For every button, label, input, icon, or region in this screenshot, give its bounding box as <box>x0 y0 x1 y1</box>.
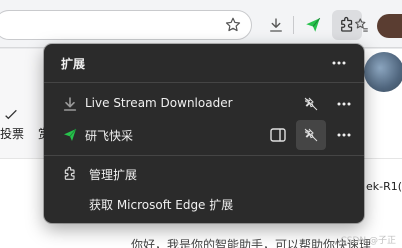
pin-toolbar-button[interactable] <box>296 89 326 119</box>
popup-more-button[interactable] <box>326 50 352 76</box>
downloads-icon[interactable] <box>265 14 287 36</box>
side-panel-button[interactable] <box>265 122 291 148</box>
extension-name: 研飞快采 <box>85 129 134 143</box>
favorites-collection-icon[interactable] <box>350 14 372 36</box>
background-bottom-text: 你好，我是你的智能助手，可以帮助你快速理 <box>131 238 372 248</box>
get-extensions-label: 获取 Microsoft Edge 扩展 <box>89 198 234 212</box>
extensions-popup: 扩展 Live Stream Downloader 研飞快采 管理扩展 获取 M… <box>44 44 364 223</box>
feiyue-icon <box>62 127 78 143</box>
background-right-text: ek-R1(满 <box>366 180 402 193</box>
side-panel-icon <box>270 128 286 142</box>
pin-toolbar-button[interactable] <box>296 120 326 150</box>
extension-name: Live Stream Downloader <box>85 96 233 110</box>
popup-divider <box>44 82 364 83</box>
extension-row-yanfei[interactable]: 研飞快采 <box>44 119 364 151</box>
download-icon <box>62 96 78 112</box>
more-options-icon <box>337 133 351 137</box>
toolbar-divider <box>293 16 294 34</box>
more-options-icon <box>337 102 351 106</box>
favorite-star-icon[interactable] <box>222 14 244 36</box>
manage-extensions-button[interactable]: 管理扩展 <box>44 159 364 189</box>
puzzle-icon <box>62 166 78 182</box>
popup-title: 扩展 <box>61 57 86 71</box>
manage-extensions-label: 管理扩展 <box>89 168 138 182</box>
unpinned-icon <box>304 128 318 142</box>
extension-more-button[interactable] <box>331 122 357 148</box>
background-left-text-1: 投票 <box>0 127 25 141</box>
more-options-icon <box>332 61 346 65</box>
browser-toolbar <box>0 0 402 48</box>
get-edge-extensions-link[interactable]: 获取 Microsoft Edge 扩展 <box>44 189 364 219</box>
extension-more-button[interactable] <box>331 91 357 117</box>
watermark: CSDN @子正 <box>340 236 396 246</box>
background-avatar <box>364 52 402 92</box>
background-vote-icon <box>0 104 22 126</box>
extension-row-live-stream-downloader[interactable]: Live Stream Downloader <box>44 88 364 120</box>
profile-avatar[interactable] <box>377 14 402 38</box>
address-bar[interactable] <box>0 10 252 40</box>
popup-header: 扩展 <box>44 44 364 82</box>
feiyue-extension-icon[interactable] <box>302 14 324 36</box>
popup-divider <box>44 155 364 156</box>
unpinned-icon <box>304 97 318 111</box>
